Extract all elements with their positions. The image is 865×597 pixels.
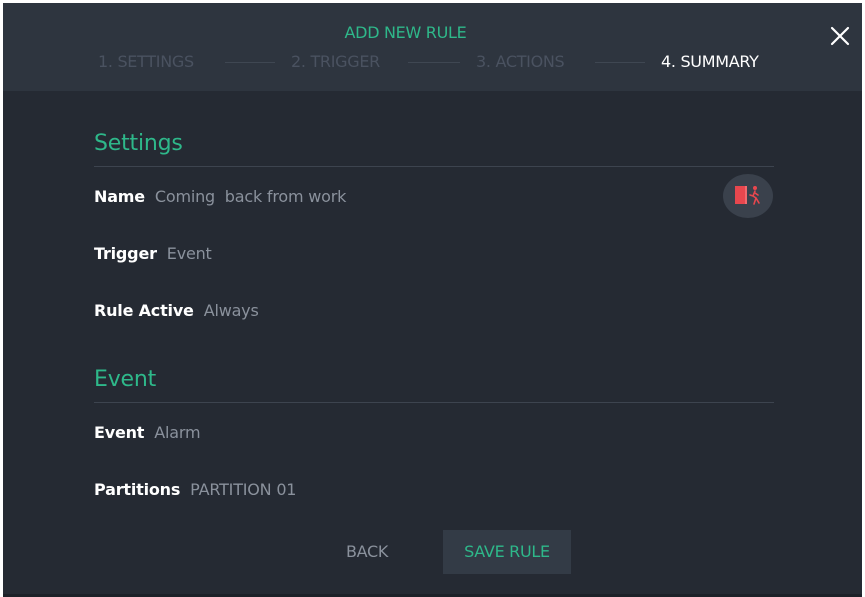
event-divider bbox=[94, 402, 774, 403]
rule-active-value: Always bbox=[203, 301, 259, 320]
settings-divider bbox=[94, 166, 774, 167]
step-connector bbox=[595, 62, 645, 63]
name-row: Name Coming back from work bbox=[94, 187, 346, 206]
trigger-value: Event bbox=[166, 244, 212, 263]
rule-active-label: Rule Active bbox=[94, 301, 194, 320]
event-label: Event bbox=[94, 423, 145, 442]
rule-active-row: Rule Active Always bbox=[94, 301, 259, 320]
partitions-value: PARTITION 01 bbox=[190, 480, 297, 499]
event-section-title: Event bbox=[94, 367, 157, 392]
partitions-label: Partitions bbox=[94, 480, 181, 499]
back-button[interactable]: BACK bbox=[323, 530, 411, 574]
close-button[interactable] bbox=[829, 25, 851, 47]
step-connector bbox=[225, 62, 275, 63]
wizard-steps: 1. SETTINGS 2. TRIGGER 3. ACTIONS 4. SUM… bbox=[3, 50, 862, 74]
step-connector bbox=[408, 62, 460, 63]
step-settings[interactable]: 1. SETTINGS bbox=[98, 50, 194, 74]
rule-icon-button[interactable] bbox=[723, 174, 773, 218]
save-rule-button[interactable]: SAVE RULE bbox=[443, 530, 571, 574]
door-exit-icon bbox=[735, 186, 760, 205]
step-summary[interactable]: 4. SUMMARY bbox=[661, 50, 759, 74]
partitions-row: Partitions PARTITION 01 bbox=[94, 480, 296, 499]
add-rule-dialog: ADD NEW RULE 1. SETTINGS 2. TRIGGER 3. A… bbox=[3, 3, 862, 597]
name-label: Name bbox=[94, 187, 145, 206]
close-icon bbox=[830, 26, 850, 46]
settings-section-title: Settings bbox=[94, 131, 183, 156]
step-trigger[interactable]: 2. TRIGGER bbox=[291, 50, 380, 74]
dialog-header: ADD NEW RULE 1. SETTINGS 2. TRIGGER 3. A… bbox=[3, 3, 862, 91]
dialog-title: ADD NEW RULE bbox=[344, 23, 467, 42]
event-row: Event Alarm bbox=[94, 423, 201, 442]
name-value: Coming back from work bbox=[154, 187, 347, 206]
trigger-label: Trigger bbox=[94, 244, 157, 263]
step-actions[interactable]: 3. ACTIONS bbox=[476, 50, 565, 74]
event-value: Alarm bbox=[154, 423, 201, 442]
trigger-row: Trigger Event bbox=[94, 244, 212, 263]
